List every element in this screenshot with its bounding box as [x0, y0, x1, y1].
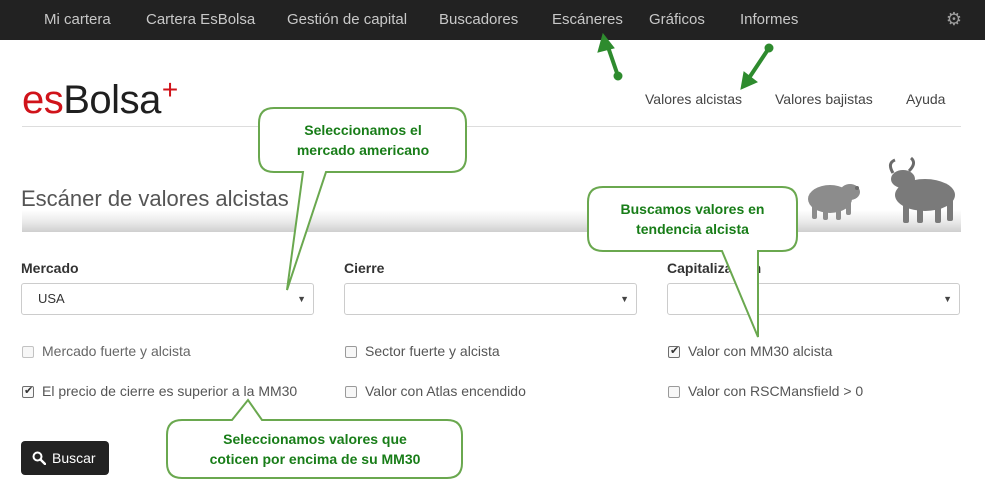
top-navbar: Mi cartera Cartera EsBolsa Gestión de ca… — [0, 0, 985, 40]
check-mercado-fuerte[interactable]: Mercado fuerte y alcista — [22, 343, 302, 363]
subnav-valores-bajistas[interactable]: Valores bajistas — [775, 91, 873, 107]
annotation-overlay — [166, 32, 798, 479]
callout-mm30-line2: coticen por encima de su MM30 — [209, 451, 421, 467]
check-sector-fuerte-label: Sector fuerte y alcista — [365, 343, 500, 359]
check-mercado-fuerte-label: Mercado fuerte y alcista — [42, 343, 191, 359]
callout-mm30-text: Seleccionamos valores que coticen por en… — [170, 429, 460, 469]
nav-informes[interactable]: Informes — [740, 0, 798, 40]
nav-gestion-capital[interactable]: Gestión de capital — [287, 0, 407, 40]
checkbox-rscmansfield[interactable] — [668, 386, 680, 398]
mercado-label: Mercado — [21, 260, 79, 276]
subnav-ayuda[interactable]: Ayuda — [906, 91, 945, 107]
check-sector-fuerte[interactable]: Sector fuerte y alcista — [345, 343, 625, 363]
check-cierre-superior-mm30[interactable]: El precio de cierre es superior a la MM3… — [22, 383, 322, 403]
mercado-select[interactable]: USA ▼ — [21, 283, 314, 315]
capitalizacion-label: Capitalización — [667, 260, 762, 276]
check-cierre-superior-mm30-label: El precio de cierre es superior a la MM3… — [42, 383, 298, 399]
brand-es: es — [22, 78, 64, 122]
check-atlas-encendido-label: Valor con Atlas encendido — [365, 383, 526, 399]
cierre-select[interactable]: ▼ — [344, 283, 637, 315]
nav-cartera-esbolsa[interactable]: Cartera EsBolsa — [146, 0, 255, 40]
check-mm30-alcista-label: Valor con MM30 alcista — [688, 343, 833, 359]
search-button[interactable]: Buscar — [21, 441, 109, 475]
callout-market-line2: mercado americano — [296, 142, 430, 158]
chevron-down-icon: ▼ — [620, 294, 629, 304]
checkbox-atlas-encendido[interactable] — [345, 386, 357, 398]
chevron-down-icon: ▼ — [943, 294, 952, 304]
callout-mm30-line1: Seleccionamos valores que — [223, 431, 407, 447]
search-icon — [32, 441, 47, 478]
nav-graficos[interactable]: Gráficos — [649, 0, 705, 40]
callout-trend-text: Buscamos valores en tendencia alcista — [590, 199, 795, 239]
checkbox-mercado-fuerte[interactable] — [22, 346, 34, 358]
mercado-select-value: USA — [38, 291, 65, 306]
check-atlas-encendido[interactable]: Valor con Atlas encendido — [345, 383, 625, 403]
cierre-label: Cierre — [344, 260, 385, 276]
check-rscmansfield[interactable]: Valor con RSCMansfield > 0 — [668, 383, 948, 403]
nav-buscadores[interactable]: Buscadores — [439, 0, 518, 40]
arrow-valores-alcistas — [740, 43, 774, 90]
checkbox-cierre-superior-mm30[interactable] — [22, 384, 34, 398]
page-title: Escáner de valores alcistas — [21, 186, 289, 211]
header-divider — [22, 126, 961, 127]
bull-bear-image — [808, 156, 955, 223]
arrow-escaneres — [597, 32, 623, 81]
checkbox-sector-fuerte[interactable] — [345, 346, 357, 358]
capitalizacion-select[interactable]: ▼ — [667, 283, 960, 315]
bull-figure — [888, 156, 955, 223]
checkbox-mm30-alcista[interactable] — [668, 344, 680, 358]
gear-icon[interactable]: ⚙ — [944, 9, 964, 29]
check-rscmansfield-label: Valor con RSCMansfield > 0 — [688, 383, 864, 399]
brand-logo[interactable]: esBolsa+ — [22, 74, 178, 126]
search-button-label: Buscar — [52, 450, 96, 466]
nav-escaneres[interactable]: Escáneres — [552, 0, 623, 40]
callout-market-text: Seleccionamos el mercado americano — [262, 120, 464, 160]
callout-trend-line1: Buscamos valores en — [620, 201, 765, 217]
brand-bolsa: Bolsa — [63, 78, 161, 122]
callout-market-line1: Seleccionamos el — [304, 122, 422, 138]
check-mm30-alcista[interactable]: Valor con MM30 alcista — [668, 343, 948, 363]
callout-trend-line2: tendencia alcista — [636, 221, 749, 237]
chevron-down-icon: ▼ — [297, 294, 306, 304]
subnav-valores-alcistas[interactable]: Valores alcistas — [645, 91, 742, 107]
bear-figure — [808, 184, 860, 220]
nav-mi-cartera[interactable]: Mi cartera — [44, 0, 111, 40]
brand-plus: + — [161, 74, 178, 105]
